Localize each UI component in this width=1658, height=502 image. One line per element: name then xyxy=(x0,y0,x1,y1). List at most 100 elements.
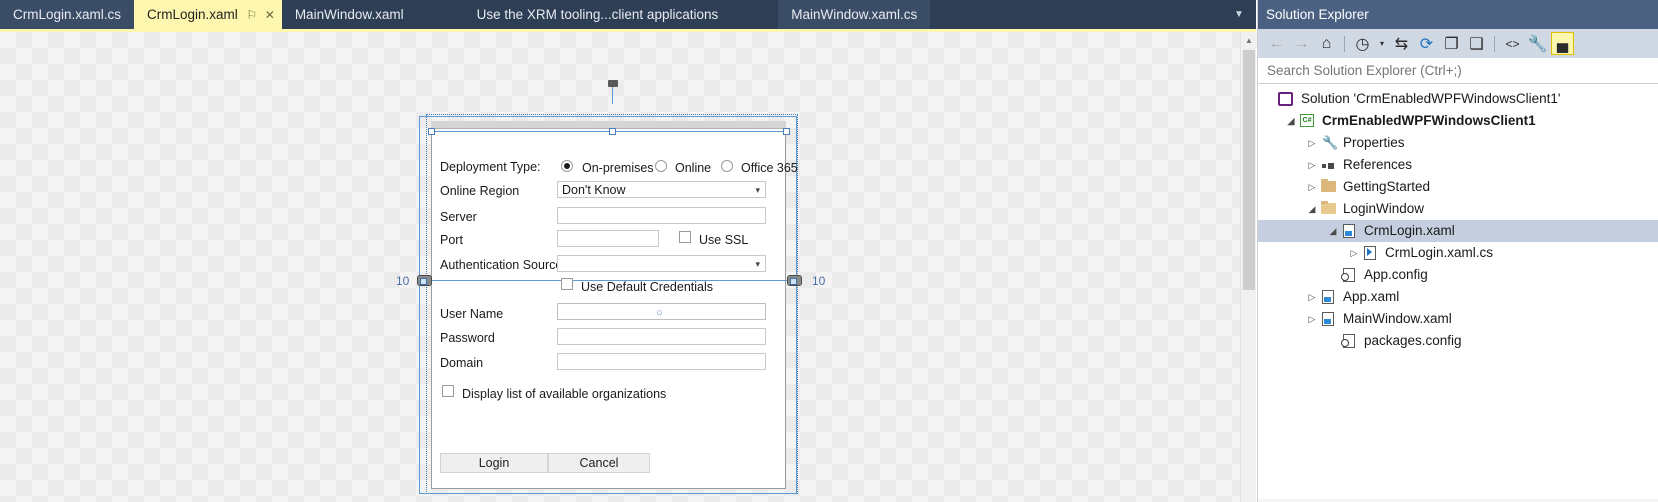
use-default-credentials-label: Use Default Credentials xyxy=(581,280,714,294)
sync-with-active-document-icon[interactable]: ⇆ xyxy=(1390,32,1413,55)
solution-icon xyxy=(1278,91,1296,107)
config-icon xyxy=(1341,267,1359,283)
tree-item[interactable]: Solution 'CrmEnabledWPFWindowsClient1' xyxy=(1258,88,1658,110)
tree-item[interactable]: ▷ References xyxy=(1258,154,1658,176)
radio-on-premises[interactable] xyxy=(561,160,573,172)
vs-window: CrmLogin.xaml.cs CrmLogin.xaml ⚐ ✕ MainW… xyxy=(0,0,1658,502)
chevron-down-icon: ▾ xyxy=(755,259,760,269)
tree-item[interactable]: packages.config xyxy=(1258,330,1658,352)
online-region-label: Online Region xyxy=(440,184,520,198)
solution-explorer-toolbar: ← → ⌂ ◷ ▾ ⇆ ⟳ ❐ ❑ <> 🔧 ▄ xyxy=(1258,29,1658,58)
folder-open-icon xyxy=(1320,201,1338,217)
tree-item-label: GettingStarted xyxy=(1343,179,1431,194)
server-input[interactable] xyxy=(557,207,766,224)
expander-icon[interactable]: ▷ xyxy=(1304,138,1320,149)
tab-mainwindow-xaml[interactable]: MainWindow.xaml xyxy=(282,0,417,29)
crm-login-form: Deployment Type: On-premises Online Offi… xyxy=(431,129,798,489)
domain-input[interactable] xyxy=(557,353,766,370)
margin-chain-right-icon[interactable] xyxy=(787,275,802,286)
online-region-combobox[interactable]: Don't Know ▾ xyxy=(557,181,766,198)
xaml-designer-surface[interactable]: 10 10 Deployment Type: On-premises Onlin… xyxy=(0,32,1240,502)
tree-item-label: Solution 'CrmEnabledWPFWindowsClient1' xyxy=(1301,91,1561,106)
chevron-down-icon[interactable]: ▾ xyxy=(1376,32,1388,55)
tab-label: MainWindow.xaml.cs xyxy=(791,7,918,22)
csfile-icon xyxy=(1362,245,1380,261)
preview-selected-items-icon[interactable]: ▄ xyxy=(1551,32,1574,55)
tree-item-label: CrmLogin.xaml xyxy=(1364,223,1455,238)
xaml-icon xyxy=(1320,289,1338,305)
solution-explorer-title: Solution Explorer xyxy=(1258,0,1658,29)
tree-item-label: References xyxy=(1343,157,1413,172)
tree-item-label: App.xaml xyxy=(1343,289,1400,304)
use-ssl-checkbox[interactable] xyxy=(679,231,691,243)
display-organizations-checkbox[interactable] xyxy=(442,385,454,397)
tree-item[interactable]: ▷ App.xaml xyxy=(1258,286,1658,308)
forward-icon[interactable]: → xyxy=(1290,32,1313,55)
domain-label: Domain xyxy=(440,356,484,370)
tree-item[interactable]: ▷ CrmLogin.xaml.cs xyxy=(1258,242,1658,264)
view-code-icon[interactable]: <> xyxy=(1501,32,1524,55)
tab-crmlogin-xaml-cs[interactable]: CrmLogin.xaml.cs xyxy=(0,0,135,29)
user-name-value: ○ xyxy=(656,307,663,319)
expander-icon[interactable]: ▷ xyxy=(1304,160,1320,171)
scrollbar-thumb[interactable] xyxy=(1243,50,1255,290)
radio-online-label: Online xyxy=(675,161,712,175)
collapse-all-icon[interactable]: ❐ xyxy=(1440,32,1463,55)
properties-wrench-icon[interactable]: 🔧 xyxy=(1526,32,1549,55)
toolbar-separator xyxy=(1344,35,1345,52)
tree-item[interactable]: ◢ C# CrmEnabledWPFWindowsClient1 xyxy=(1258,110,1658,132)
tree-item-label: App.config xyxy=(1364,267,1428,282)
close-icon[interactable]: ✕ xyxy=(264,9,276,21)
solution-explorer-panel: Solution Explorer ← → ⌂ ◷ ▾ ⇆ ⟳ ❐ ❑ <> 🔧… xyxy=(1257,0,1658,502)
margin-right-label: 10 xyxy=(812,274,826,288)
back-icon[interactable]: ← xyxy=(1265,32,1288,55)
grip-handle-top[interactable] xyxy=(608,80,618,87)
expander-icon[interactable]: ◢ xyxy=(1304,204,1320,215)
config-icon xyxy=(1341,333,1359,349)
tree-item-label: MainWindow.xaml xyxy=(1343,311,1452,326)
expander-icon[interactable]: ◢ xyxy=(1283,116,1299,127)
chevron-down-icon[interactable]: ▼ xyxy=(1228,0,1250,29)
grid-guide-vert xyxy=(612,84,613,104)
tree-item[interactable]: App.config xyxy=(1258,264,1658,286)
solution-explorer-search[interactable] xyxy=(1258,58,1658,84)
authentication-source-combobox[interactable]: ▾ xyxy=(557,255,766,272)
search-input[interactable] xyxy=(1265,62,1658,79)
home-icon[interactable]: ⌂ xyxy=(1315,32,1338,55)
cancel-button[interactable]: Cancel xyxy=(548,453,650,473)
tab-actions: ⚐ ✕ xyxy=(246,9,276,21)
tree-item[interactable]: ▷ MainWindow.xaml xyxy=(1258,308,1658,330)
tree-item[interactable]: ◢ LoginWindow xyxy=(1258,198,1658,220)
margin-chain-left-icon[interactable] xyxy=(417,275,432,286)
online-region-value: Don't Know xyxy=(562,183,626,197)
tree-item-label: CrmEnabledWPFWindowsClient1 xyxy=(1322,113,1536,128)
tree-item[interactable]: ▷ GettingStarted xyxy=(1258,176,1658,198)
show-all-files-icon[interactable]: ❑ xyxy=(1465,32,1488,55)
port-label: Port xyxy=(440,233,463,247)
expander-icon[interactable]: ▷ xyxy=(1304,292,1320,303)
expander-icon[interactable]: ◢ xyxy=(1325,226,1341,237)
use-default-credentials-checkbox[interactable] xyxy=(561,278,573,290)
tree-item[interactable]: ◢ CrmLogin.xaml xyxy=(1258,220,1658,242)
pending-changes-icon[interactable]: ◷ xyxy=(1351,32,1374,55)
pin-icon[interactable]: ⚐ xyxy=(246,9,258,21)
display-organizations-label: Display list of available organizations xyxy=(462,387,667,401)
password-input[interactable] xyxy=(557,328,766,345)
refresh-icon[interactable]: ⟳ xyxy=(1415,32,1438,55)
expander-icon[interactable]: ▷ xyxy=(1346,248,1362,259)
radio-online[interactable] xyxy=(655,160,667,172)
expander-icon[interactable]: ▷ xyxy=(1304,314,1320,325)
scroll-up-icon[interactable]: ▲ xyxy=(1241,32,1257,48)
designer-vertical-scrollbar[interactable]: ▲ xyxy=(1240,32,1257,502)
tab-mainwindow-xaml-cs[interactable]: MainWindow.xaml.cs xyxy=(778,0,931,29)
expander-icon[interactable]: ▷ xyxy=(1304,182,1320,193)
tab-xrm-tooling-doc[interactable]: Use the XRM tooling...client application… xyxy=(417,0,779,29)
tree-item-label: LoginWindow xyxy=(1343,201,1425,216)
port-input[interactable] xyxy=(557,230,659,247)
radio-office-365[interactable] xyxy=(721,160,733,172)
tree-item[interactable]: ▷ 🔧 Properties xyxy=(1258,132,1658,154)
solution-explorer-tree[interactable]: Solution 'CrmEnabledWPFWindowsClient1' ◢ C… xyxy=(1258,84,1658,499)
margin-left-label: 10 xyxy=(396,274,410,288)
login-button[interactable]: Login xyxy=(440,453,548,473)
tab-crmlogin-xaml[interactable]: CrmLogin.xaml ⚐ ✕ xyxy=(134,0,282,29)
